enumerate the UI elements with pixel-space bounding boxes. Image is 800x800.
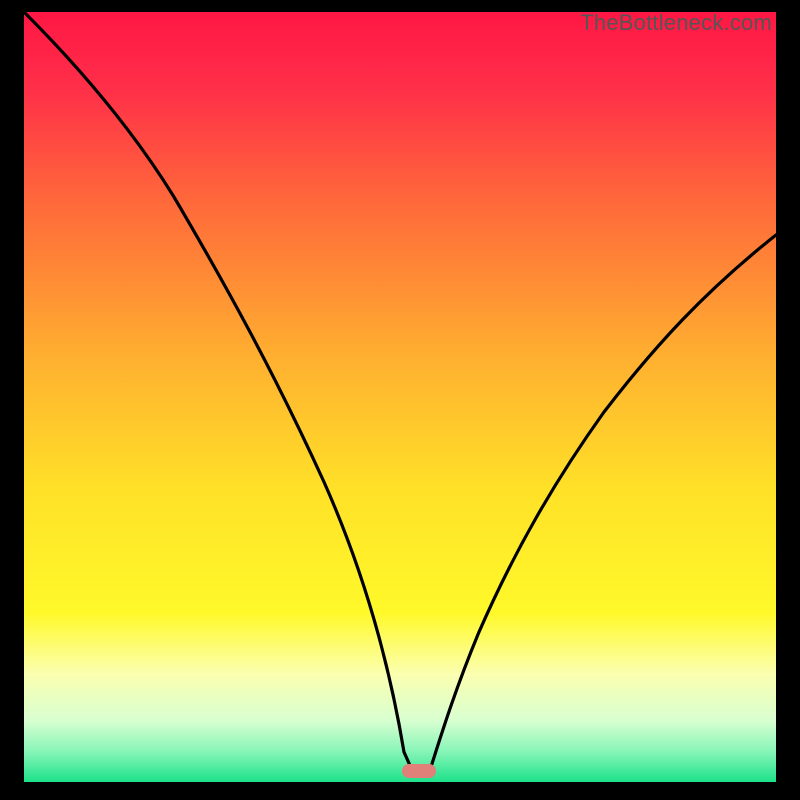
- watermark-text: TheBottleneck.com: [580, 10, 772, 36]
- minimum-marker: [402, 764, 436, 778]
- chart-frame: TheBottleneck.com: [0, 0, 800, 800]
- bottleneck-curve: [24, 12, 776, 782]
- plot-area: [24, 12, 776, 782]
